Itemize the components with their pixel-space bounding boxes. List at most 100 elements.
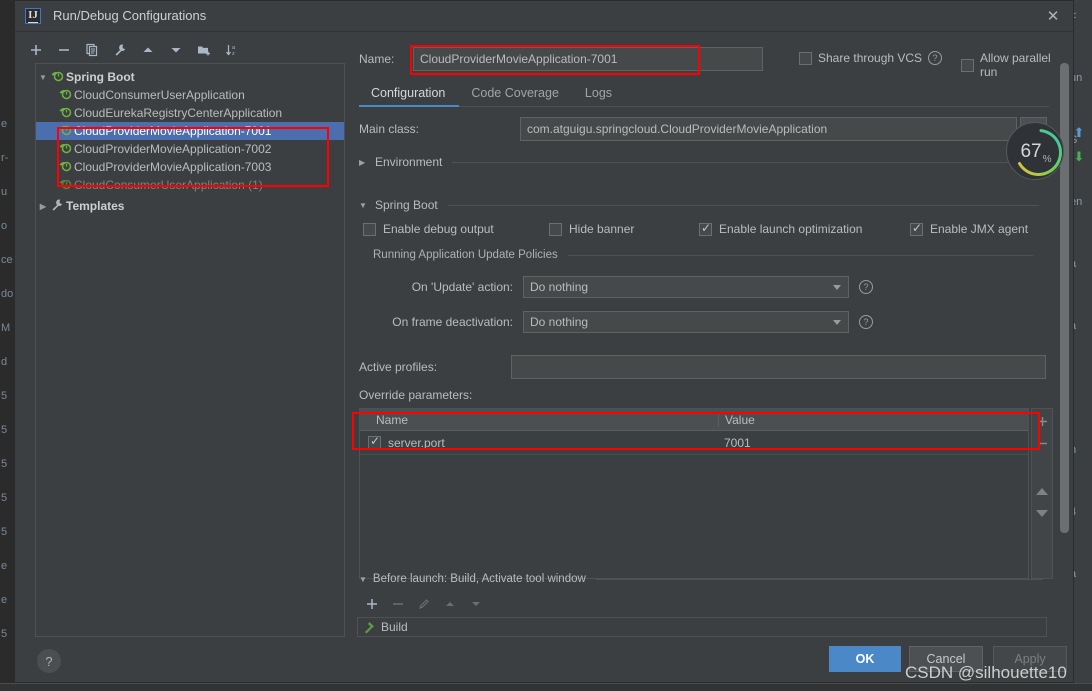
add-task-button[interactable] — [363, 595, 381, 613]
share-through-vcs-checkbox[interactable] — [799, 51, 812, 65]
chevron-down-icon — [833, 285, 841, 290]
wrench-icon[interactable] — [107, 38, 133, 62]
active-profiles-input[interactable] — [511, 355, 1046, 379]
ok-button[interactable]: OK — [829, 646, 901, 672]
help-icon[interactable]: ? — [859, 315, 873, 329]
memory-gauge-widget[interactable]: 67% — [1006, 122, 1064, 180]
wrench-icon — [50, 198, 66, 215]
update-policies-label: Running Application Update Policies — [373, 249, 558, 261]
enable-debug-output-checkbox[interactable] — [363, 222, 376, 236]
move-parameter-up-button[interactable] — [1033, 483, 1051, 499]
enable-launch-optimization-label: Enable launch optimization — [719, 222, 863, 236]
main-class-input[interactable]: com.atguigu.springcloud.CloudProviderMov… — [520, 117, 1017, 141]
enable-launch-optimization-group[interactable]: Enable launch optimization — [699, 221, 863, 236]
chevron-right-icon[interactable]: ▶ — [36, 202, 50, 211]
on-update-action-row: On 'Update' action: Do nothing ? — [355, 276, 873, 298]
chevron-down-icon[interactable]: ▼ — [359, 201, 369, 210]
name-input[interactable]: CloudProviderMovieApplication-7001 — [413, 47, 763, 71]
override-parameters-table[interactable]: Name Value server.port 7001 — [359, 408, 1029, 579]
pencil-icon[interactable] — [415, 595, 433, 613]
share-through-vcs-checkbox-group[interactable]: Share through VCS ? — [799, 51, 943, 65]
help-icon[interactable]: ? — [928, 51, 943, 65]
hide-banner-checkbox[interactable] — [549, 222, 562, 236]
ide-text-fragment: 5 — [1, 628, 8, 640]
dialog-titlebar: IJ Run/Debug Configurations ✕ — [15, 1, 1073, 32]
add-parameter-button[interactable] — [1033, 413, 1051, 429]
enable-jmx-agent-checkbox[interactable] — [910, 221, 923, 236]
parameter-enabled-checkbox[interactable] — [368, 434, 381, 449]
arrow-down-icon[interactable]: ⬇ — [1074, 149, 1085, 165]
before-launch-task-list[interactable]: Build — [357, 617, 1047, 637]
tree-item-cloudprovidermovieapplication-7001[interactable]: CloudProviderMovieApplication-7001 — [36, 122, 344, 140]
copy-configuration-button[interactable] — [79, 38, 105, 62]
hammer-icon — [363, 621, 375, 634]
close-icon[interactable]: ✕ — [1043, 6, 1063, 26]
configurations-tree[interactable]: ▼ Spring Boot CloudConsumerUserApplicati… — [35, 63, 345, 637]
allow-parallel-run-label: Allow parallel run — [980, 51, 1051, 79]
table-row[interactable]: server.port 7001 — [360, 431, 1028, 455]
remove-configuration-button[interactable] — [51, 38, 77, 62]
add-configuration-button[interactable] — [23, 38, 49, 62]
hide-banner-label: Hide banner — [569, 222, 635, 236]
intellij-idea-icon: IJ — [25, 8, 41, 24]
on-frame-deactivation-row: On frame deactivation: Do nothing ? — [355, 311, 873, 333]
tree-item-label: CloudProviderMovieApplication-7001 — [74, 124, 272, 138]
remove-parameter-button[interactable] — [1033, 435, 1051, 451]
arrow-up-icon[interactable]: ⬆ — [1074, 125, 1085, 141]
tab-logs[interactable]: Logs — [573, 84, 626, 106]
tree-item-cloudconsumeruserapplication[interactable]: CloudConsumerUserApplication — [36, 86, 344, 104]
on-update-action-value: Do nothing — [530, 280, 589, 294]
spring-boot-icon — [58, 105, 74, 122]
spring-boot-section-header[interactable]: ▼ Spring Boot — [359, 198, 1047, 212]
move-down-button[interactable] — [163, 38, 189, 62]
help-icon[interactable]: ? — [859, 280, 873, 294]
move-parameter-down-button[interactable] — [1033, 505, 1051, 521]
tab-code-coverage[interactable]: Code Coverage — [459, 84, 573, 106]
tree-item-cloudconsumeruserapplication-1[interactable]: CloudConsumerUserApplication (1) — [36, 176, 344, 194]
on-frame-deactivation-label: On frame deactivation: — [392, 315, 513, 329]
spring-boot-icon — [58, 141, 74, 158]
enable-jmx-agent-group[interactable]: Enable JMX agent — [910, 221, 1029, 236]
name-row: Name: CloudProviderMovieApplication-7001… — [355, 45, 1055, 79]
on-frame-deactivation-select[interactable]: Do nothing — [523, 311, 849, 333]
watermark: CSDN @silhouette10 — [905, 663, 1067, 682]
tree-group-templates[interactable]: ▶ Templates — [36, 197, 344, 215]
enable-launch-optimization-checkbox[interactable] — [699, 221, 712, 236]
help-button[interactable]: ? — [37, 649, 61, 673]
main-class-label: Main class: — [359, 122, 420, 136]
remove-task-button[interactable] — [389, 595, 407, 613]
hide-banner-group[interactable]: Hide banner — [549, 222, 634, 236]
svg-text:z: z — [232, 51, 235, 57]
ide-text-fragment: e — [1, 560, 8, 572]
spring-boot-icon — [50, 69, 66, 86]
sort-az-icon[interactable]: a z — [219, 38, 245, 62]
task-move-down-button[interactable] — [467, 595, 485, 613]
tree-item-cloudeurekaregistrycenterapplication[interactable]: CloudEurekaRegistryCenterApplication — [36, 104, 344, 122]
enable-jmx-agent-label: Enable JMX agent — [930, 222, 1029, 236]
spring-boot-icon — [58, 87, 74, 104]
environment-section-header[interactable]: ▶ Environment — [359, 155, 1047, 169]
tree-item-label: CloudProviderMovieApplication-7003 — [74, 160, 272, 174]
allow-parallel-run-checkbox[interactable] — [961, 58, 974, 72]
allow-parallel-run-checkbox-group[interactable]: Allow parallel run — [961, 51, 1055, 79]
running-application-update-policies-header: Running Application Update Policies — [373, 249, 1033, 261]
parameter-value: 7001 — [724, 435, 751, 450]
chevron-down-icon[interactable]: ▼ — [36, 73, 50, 82]
tab-configuration[interactable]: Configuration — [359, 84, 460, 107]
tree-item-cloudprovidermovieapplication-7002[interactable]: CloudProviderMovieApplication-7002 — [36, 140, 344, 158]
configurations-toolbar: a z — [23, 37, 345, 63]
move-up-button[interactable] — [135, 38, 161, 62]
task-move-up-button[interactable] — [441, 595, 459, 613]
folder-add-icon[interactable] — [191, 38, 217, 62]
chevron-right-icon[interactable]: ▶ — [359, 158, 369, 167]
tree-group-spring-boot[interactable]: ▼ Spring Boot — [36, 68, 344, 86]
ide-text-fragment: d — [1, 356, 8, 368]
override-parameters-label: Override parameters: — [359, 388, 473, 402]
spring-boot-section-label: Spring Boot — [375, 198, 438, 212]
tree-item-cloudprovidermovieapplication-7003[interactable]: CloudProviderMovieApplication-7003 — [36, 158, 344, 176]
environment-label: Environment — [375, 155, 443, 169]
chevron-down-icon[interactable]: ▼ — [359, 575, 367, 584]
enable-debug-output-group[interactable]: Enable debug output — [363, 222, 494, 236]
on-update-action-select[interactable]: Do nothing — [523, 276, 849, 298]
before-launch-section-header[interactable]: ▼ Before launch: Build, Activate tool wi… — [359, 573, 1047, 585]
